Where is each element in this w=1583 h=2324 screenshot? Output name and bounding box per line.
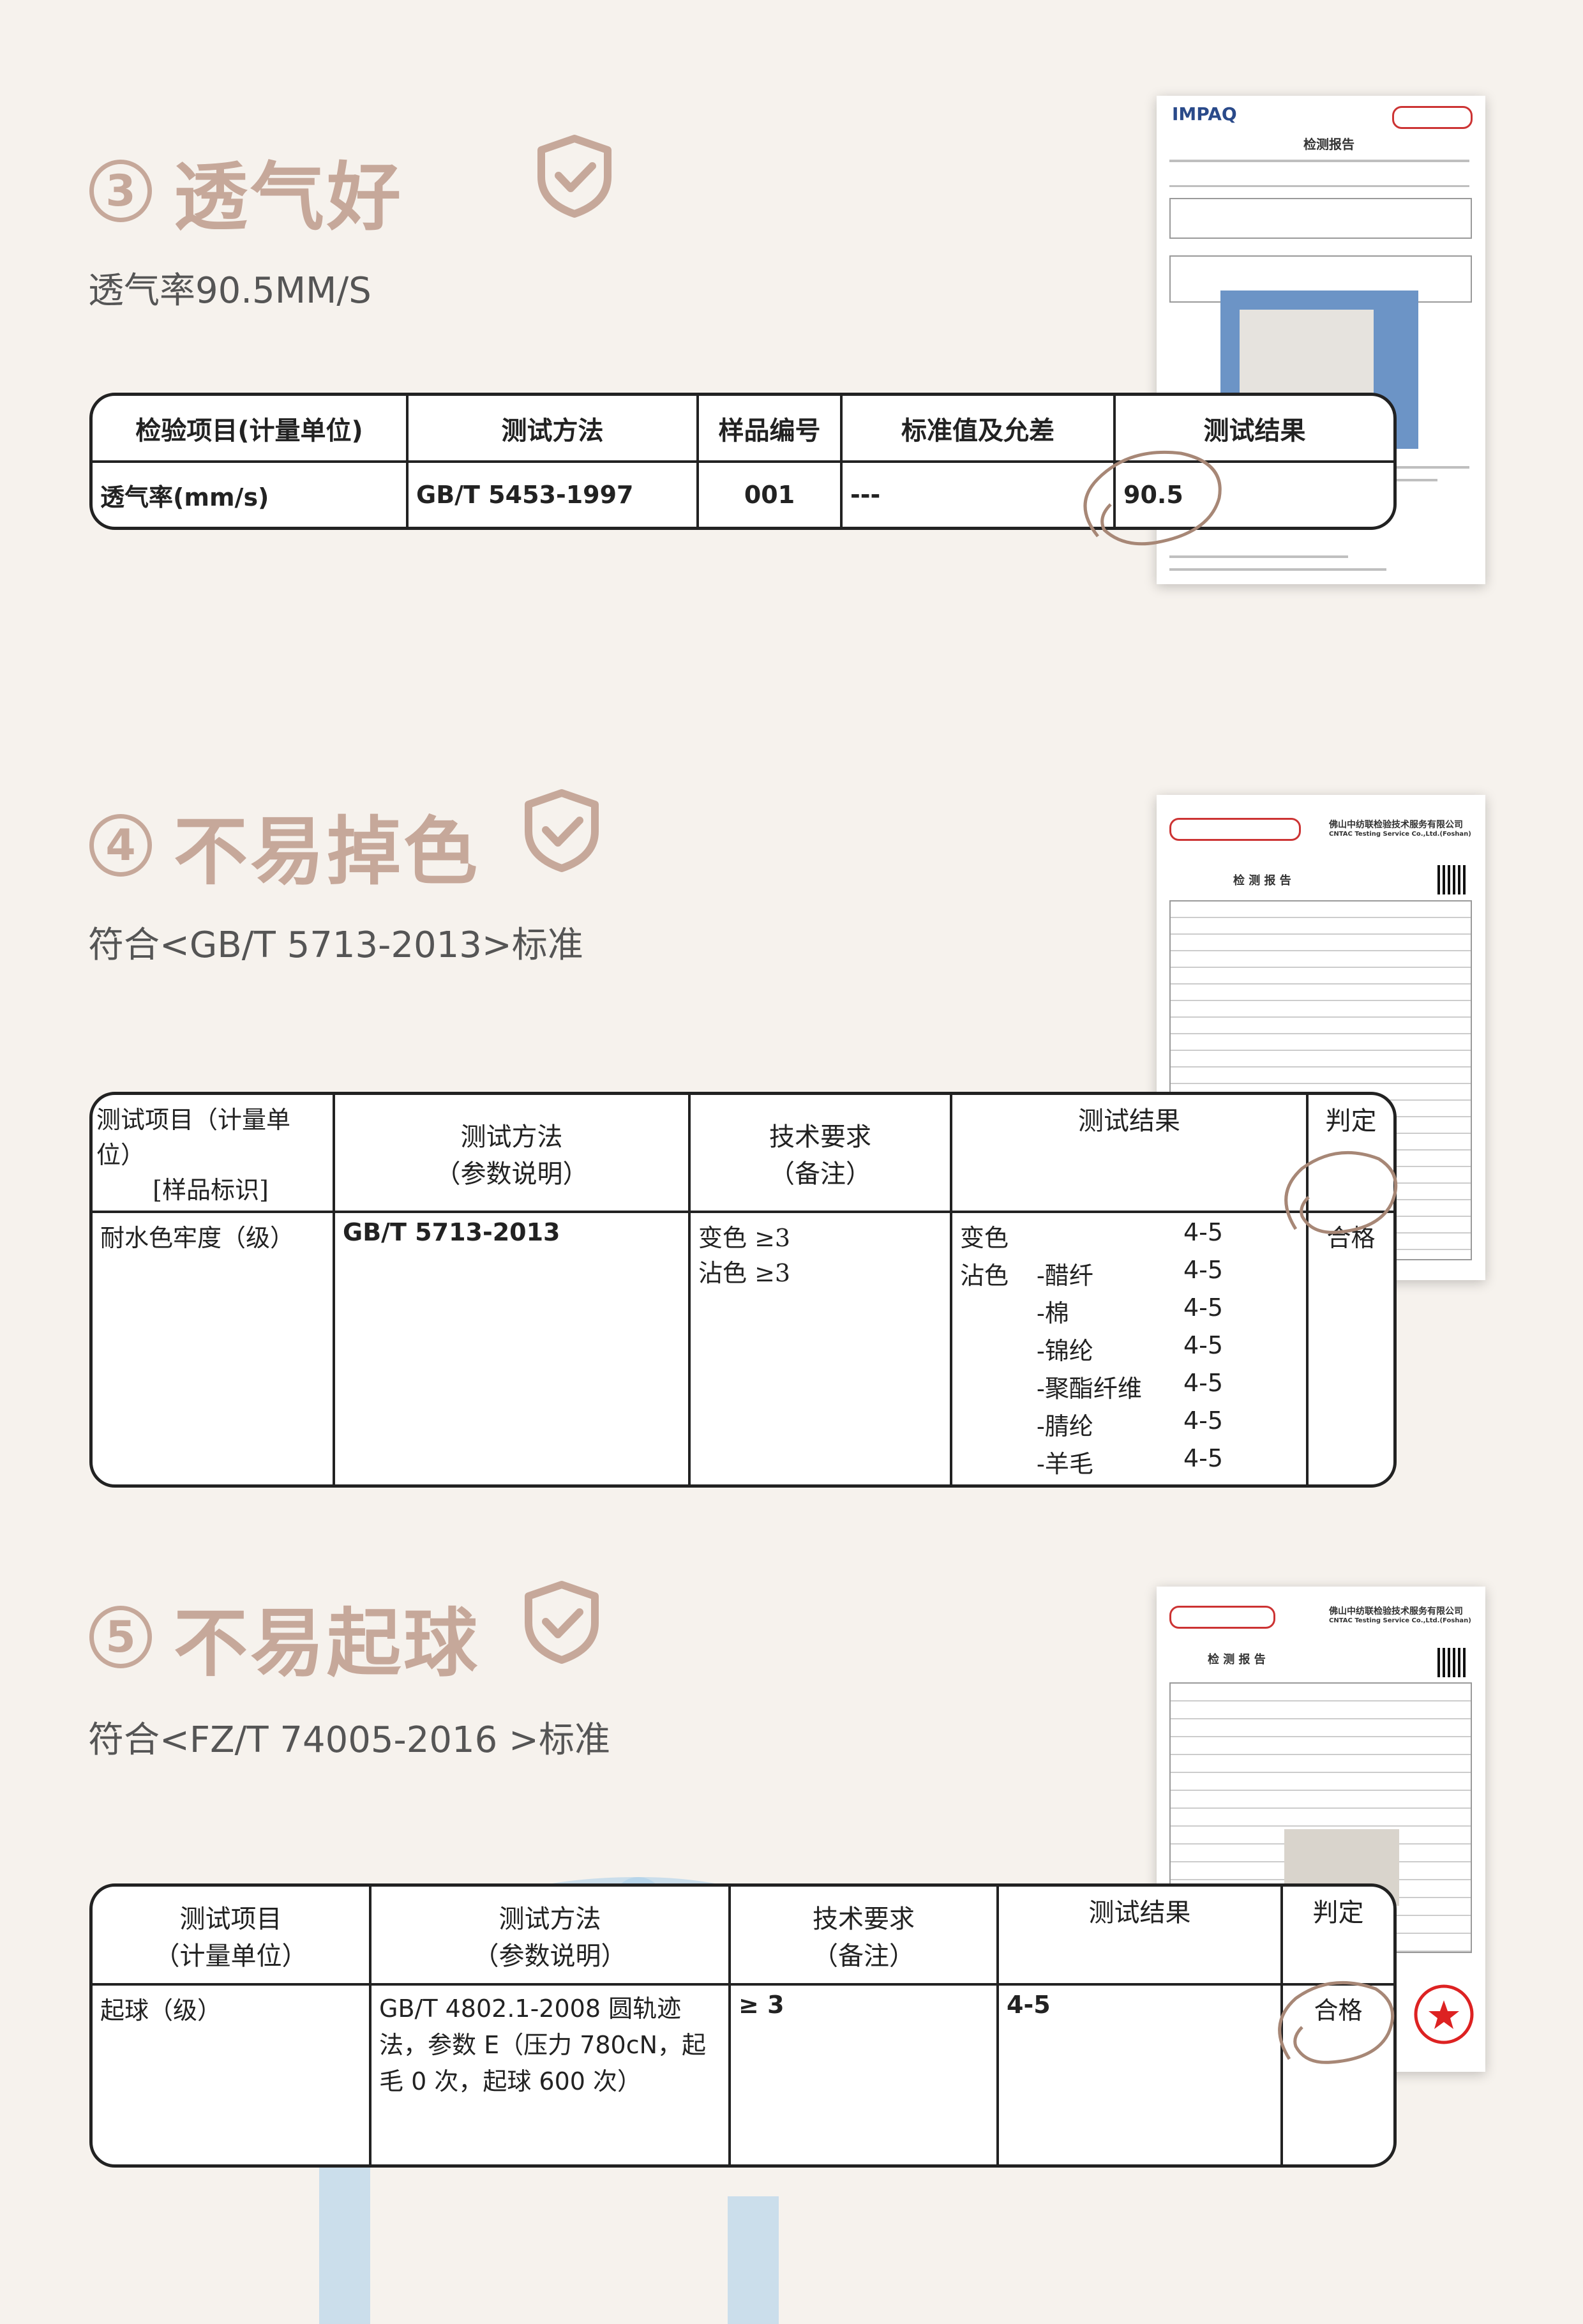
result-type	[960, 1407, 1037, 1442]
result-grade: 4-5	[1183, 1407, 1224, 1435]
header-verdict: 判定	[1283, 1887, 1393, 1986]
cell-item: 起球（级）	[93, 1986, 371, 2164]
cell-requirement: 变色 ≥3 沾色 ≥3	[691, 1213, 952, 1484]
certification-logos	[1169, 818, 1301, 841]
report-title: 检 测 报 告	[1208, 1653, 1266, 1666]
header-sample-no: 样品编号	[699, 396, 843, 463]
header-result: 测试结果	[952, 1095, 1309, 1213]
result-grade: 4-5	[1183, 1444, 1224, 1472]
section-subtitle: 符合<FZ/T 74005-2016 >标准	[88, 1719, 610, 1761]
result-type: 变色	[960, 1224, 1009, 1252]
header-method-line1: 测试方法	[460, 1122, 563, 1152]
cell-verdict: 合格	[1314, 1996, 1363, 2025]
cell-result: 4-5	[999, 1986, 1283, 2164]
report-title: 检测报告	[1303, 137, 1354, 152]
header-req-line1: 技术要求	[813, 1904, 915, 1934]
header-item-line2: （计量单位）	[154, 1941, 308, 1971]
certification-logos	[1392, 106, 1473, 129]
requirement-line: 变色 ≥3	[698, 1224, 791, 1252]
header-verdict: 判定	[1309, 1095, 1393, 1213]
cell-item: 耐水色牢度（级）	[93, 1213, 335, 1484]
section-subtitle: 透气率90.5MM/S	[88, 270, 371, 312]
result-type: 沾色	[960, 1262, 1009, 1290]
result-fiber: -聚酯纤维	[1037, 1375, 1142, 1403]
cell-results: 变色 4-5 沾色 -醋纤 4-5 -棉 4-5 -锦纶 4-5 -聚酯纤维 4-5 -腈纶 4-5 -羊…	[952, 1213, 1309, 1484]
header-result: 测试结果	[999, 1887, 1283, 1986]
report-company-en: CNTAC Testing Service Co.,Ltd.(Foshan)	[1329, 1617, 1471, 1624]
cell-standard: ---	[843, 463, 1116, 527]
pilling-table: 测试项目 （计量单位） 测试方法 （参数说明） 技术要求 （备注） 测试结果 判…	[89, 1883, 1397, 2168]
header-req-line2: （备注）	[813, 1941, 915, 1971]
section-4-title: 4 不易掉色	[89, 792, 480, 899]
result-type	[960, 1369, 1037, 1404]
certification-logos	[1169, 1606, 1275, 1629]
qr-code	[1437, 865, 1467, 894]
breathability-table: 检验项目(计量单位) 测试方法 样品编号 标准值及允差 测试结果 透气率(mm/…	[89, 393, 1397, 530]
header-method-line1: 测试方法	[499, 1904, 601, 1934]
section-heading: 透气好	[174, 155, 403, 241]
report-company: 佛山中纺联检验技术服务有限公司	[1329, 1606, 1463, 1617]
header-item-line1: 测试项目（计量单位）	[96, 1106, 291, 1169]
header-method-line2: （参数说明）	[435, 1159, 589, 1189]
header-result: 测试结果	[1116, 396, 1393, 463]
section-heading: 不易起球	[174, 1601, 480, 1687]
result-fiber: -羊毛	[1037, 1450, 1093, 1478]
result-fiber	[1037, 1218, 1183, 1253]
qr-code	[1437, 1648, 1467, 1677]
result-grade: 4-5	[1183, 1256, 1224, 1284]
header-requirement: 技术要求 （备注）	[731, 1887, 999, 1986]
requirement-line: 沾色 ≥3	[698, 1259, 791, 1287]
result-type	[960, 1294, 1037, 1329]
result-fiber: -锦纶	[1037, 1337, 1093, 1365]
report-info-table	[1169, 198, 1472, 239]
cell-method: GB/T 5713-2013	[335, 1213, 691, 1484]
report-company: 佛山中纺联检验技术服务有限公司	[1329, 820, 1463, 830]
section-heading: 不易掉色	[174, 809, 480, 895]
header-method: 测试方法 （参数说明）	[371, 1887, 731, 1986]
result-grade: 4-5	[1183, 1294, 1224, 1322]
section-subtitle: 符合<GB/T 5713-2013>标准	[88, 924, 583, 966]
result-fiber: -醋纤	[1037, 1262, 1093, 1290]
section-number: 4	[89, 814, 152, 877]
result-type	[960, 1331, 1037, 1366]
result-type	[960, 1444, 1037, 1479]
report-title: 检 测 报 告	[1233, 874, 1291, 887]
shield-check-icon	[525, 1581, 599, 1664]
result-grade: 4-5	[1183, 1218, 1224, 1246]
section-number: 3	[89, 160, 152, 222]
header-standard: 标准值及允差	[843, 396, 1116, 463]
section-number: 5	[89, 1606, 152, 1668]
result-grade: 4-5	[1183, 1369, 1224, 1397]
result-fiber: -腈纶	[1037, 1412, 1093, 1440]
cell-verdict: 合格	[1326, 1224, 1376, 1252]
results-list: 变色 4-5 沾色 -醋纤 4-5 -棉 4-5 -锦纶 4-5 -聚酯纤维 4-5 -腈纶 4-5 -羊…	[960, 1218, 1298, 1479]
header-item-line2: [样品标识]	[153, 1176, 269, 1204]
cell-method: GB/T 5453-1997	[409, 463, 699, 527]
red-stamp-icon	[1414, 1984, 1474, 2044]
report-company-en: CNTAC Testing Service Co.,Ltd.(Foshan)	[1329, 831, 1471, 838]
result-grade: 4-5	[1183, 1331, 1224, 1359]
cell-requirement: ≥ 3	[731, 1986, 999, 2164]
header-req-line2: （备注）	[769, 1159, 871, 1189]
header-item-line1: 测试项目	[179, 1904, 282, 1934]
header-requirement: 技术要求 （备注）	[691, 1095, 952, 1213]
result-fiber: -棉	[1037, 1299, 1069, 1327]
section-5-title: 5 不易起球	[89, 1583, 480, 1691]
shield-check-icon	[537, 135, 611, 218]
cell-method: GB/T 4802.1-2008 圆轨迹法，参数 E（压力 780cN，起毛 0…	[371, 1986, 731, 2164]
header-item: 检验项目(计量单位)	[93, 396, 409, 463]
header-item: 测试项目（计量单位） [样品标识]	[93, 1095, 335, 1213]
header-method: 测试方法 （参数说明）	[335, 1095, 691, 1213]
cell-item: 透气率(mm/s)	[93, 463, 409, 527]
header-item: 测试项目 （计量单位）	[93, 1887, 371, 1986]
cell-sample-no: 001	[699, 463, 843, 527]
shield-check-icon	[525, 789, 599, 872]
header-req-line1: 技术要求	[769, 1122, 871, 1152]
header-method-line2: （参数说明）	[473, 1941, 627, 1971]
colorfastness-table: 测试项目（计量单位） [样品标识] 测试方法 （参数说明） 技术要求 （备注） …	[89, 1092, 1397, 1488]
report-brand: IMPAQ	[1172, 103, 1237, 124]
cell-result: 90.5	[1123, 481, 1183, 509]
section-3-title: 3 透气好	[89, 137, 403, 245]
header-method: 测试方法	[409, 396, 699, 463]
